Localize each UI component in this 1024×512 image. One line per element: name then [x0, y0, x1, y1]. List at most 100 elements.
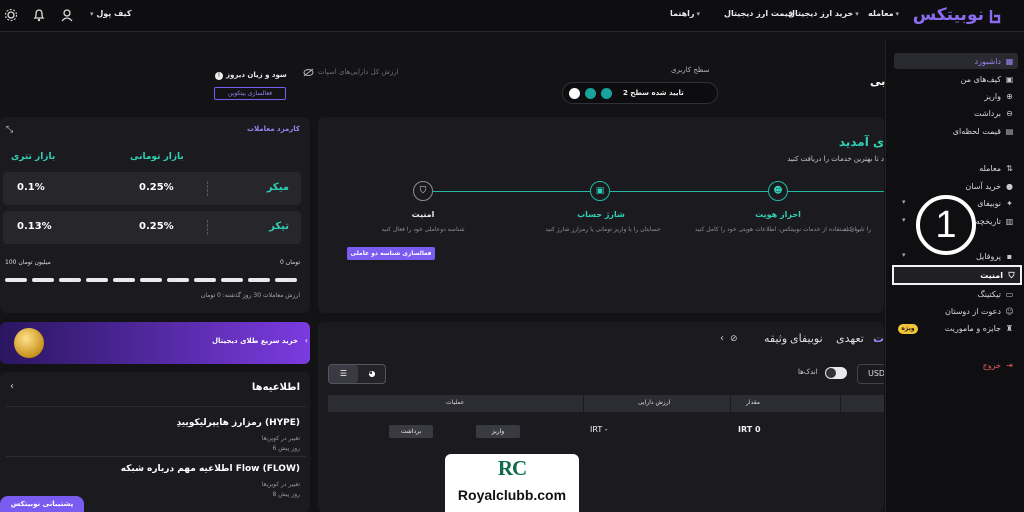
taker-toman-fee: 0.25% [139, 221, 174, 232]
currency-select[interactable]: USD [857, 364, 884, 384]
sidebar-item-invite[interactable]: ☺ دعوت از دوستان [894, 303, 1018, 319]
user-level-pill[interactable]: تایید شده سطح 2 [562, 82, 718, 104]
rc-logo: RC [497, 456, 527, 480]
ticket-icon: ▭ [1005, 289, 1014, 299]
sidebar-item-prices[interactable]: ▤ قیمت لحظه‌ای [894, 123, 1018, 139]
security-step-desc: شناسه دوعاملی خود را فعال کنید [381, 226, 465, 233]
level-dot [601, 88, 612, 99]
list-view-icon[interactable]: ☰ [329, 365, 358, 383]
sidebar-item-label: برداشت [974, 108, 1001, 118]
invite-icon: ☺ [1005, 306, 1014, 316]
profile-icon: ▪ [1006, 251, 1013, 261]
sidebar-item-label: قیمت لحظه‌ای [952, 126, 1001, 136]
digital-gold-banner[interactable]: خرید سریع طلای دیجیتال ‹ [0, 322, 310, 364]
shield-icon: ⛉ [419, 186, 427, 196]
user-icon[interactable] [60, 8, 74, 22]
taker-tether-fee: 0.13% [17, 221, 52, 232]
progress-segment [86, 278, 108, 282]
divider [207, 220, 208, 235]
activate-bitcoin-button[interactable]: فعالسازی بیتکوین [214, 87, 286, 100]
activate-2fa-button[interactable]: فعالسازی شناسه دو عاملی [347, 247, 435, 260]
news-title: اطلاعیه‌ها [251, 382, 300, 393]
info-icon[interactable]: ! [215, 72, 223, 80]
level-dot [585, 88, 596, 99]
news-item-category: تغییر در کوین‌ها [261, 481, 300, 488]
charge-step-title: شارژ حساب [577, 210, 625, 219]
kyc-step-title: احراز هویت [755, 210, 801, 219]
wallet-menu[interactable]: ▾ کیف پول [88, 9, 132, 18]
security-step-icon: ⛉ [413, 181, 433, 201]
gold-coin-image [14, 328, 44, 358]
chevron-down-icon: ▾ [855, 10, 859, 18]
chart-icon: ▤ [1005, 126, 1014, 136]
news-item-title[interactable]: رمزارز هایپرلیکوییدِ (HYPE) [176, 418, 300, 428]
bell-icon[interactable] [32, 8, 46, 22]
divider [730, 395, 731, 412]
settings-icon[interactable] [4, 8, 18, 22]
progress-segment [248, 278, 270, 282]
trade-icon: ⇅ [1006, 163, 1013, 173]
expand-icon[interactable]: ⤡ [6, 125, 13, 135]
progress-segment [113, 278, 135, 282]
chevron-down-icon: ▾ [902, 198, 906, 206]
user-level-title: سطح کاربری [671, 66, 710, 74]
progress-segment [59, 278, 81, 282]
eye-off-icon[interactable] [303, 68, 314, 77]
chevron-down-icon: ▾ [902, 216, 906, 224]
tab-spot[interactable]: ت [873, 332, 884, 345]
tab-collateral[interactable]: وثیقه [764, 332, 787, 345]
withdraw-button[interactable]: برداشت [389, 425, 433, 438]
menu-crypto-prices[interactable]: قیمت ارز دیجیتال [724, 9, 793, 18]
chevron-left-icon: ‹ [304, 336, 308, 345]
royalclubb-watermark: RC Royalclubb.com [445, 454, 579, 512]
step-annotation-number: 1 [916, 195, 976, 255]
trophy-icon: ♜ [1005, 323, 1014, 333]
nobitex-logo[interactable]: نوبیتکس [913, 5, 984, 25]
sidebar-item-label: پروفایل [975, 251, 1001, 261]
sidebar-item-logout[interactable]: ⇥ خروج [894, 357, 1018, 373]
progress-line [423, 191, 884, 192]
sidebar-item-security[interactable]: ⛉ امنیت [892, 265, 1022, 285]
chevron-left-icon[interactable]: ‹ [720, 333, 724, 344]
user-name-fragment: بی [870, 75, 886, 88]
kyc-step-icon: ☻ [768, 181, 788, 201]
eye-off-icon[interactable]: ⊘ [730, 334, 738, 344]
sidebar-item-label: کیف‌های من [960, 74, 1001, 84]
sidebar-item-wallets[interactable]: ▣ کیف‌های من [894, 71, 1018, 87]
special-badge: ویژه [898, 324, 918, 334]
menu-guide[interactable]: راهنما ▾ [670, 9, 700, 18]
deposit-button[interactable]: واریز [476, 425, 520, 438]
small-assets-toggle[interactable] [825, 367, 847, 379]
sidebar-item-ticketing[interactable]: ▭ تیکتینگ [894, 286, 1018, 302]
progress-segment [194, 278, 216, 282]
support-button[interactable]: پشتیبانی نوبیتکس [0, 496, 84, 512]
deposit-icon: ⊕ [1006, 91, 1013, 101]
pie-view-icon[interactable]: ◕ [358, 365, 386, 383]
charge-step-icon: ▣ [590, 181, 610, 201]
volume-scale-min: 0 تومان [280, 259, 300, 266]
nobitex-logo-icon [989, 10, 1001, 24]
sidebar-item-dashboard[interactable]: ▦ داشبورد [894, 53, 1018, 69]
progress-segment [32, 278, 54, 282]
sidebar-item-withdraw[interactable]: ⊖ برداشت [894, 105, 1018, 121]
sidebar-item-trade[interactable]: ⇅ معامله [894, 160, 1018, 176]
chevron-down-icon: ▾ [902, 251, 906, 259]
menu-buy-crypto[interactable]: خرید ارز دیجیتال ▾ [788, 9, 859, 18]
wallet-icon: ▣ [1005, 74, 1014, 84]
level-step-desc: را تایید کنید [843, 226, 872, 233]
sidebar-item-deposit[interactable]: ⊕ واریز [894, 88, 1018, 104]
divider [6, 406, 306, 407]
person-icon: ☻ [773, 186, 783, 196]
tab-margin[interactable]: تعهدی [836, 332, 864, 345]
chevron-left-icon[interactable]: ‹ [10, 381, 14, 392]
volume-text: ارزش معاملات 30 روز گذشته: 0 تومان [200, 292, 300, 299]
chevron-down-icon: ▾ [696, 10, 701, 18]
top-navigation-bar: نوبیتکس معامله ▾ خرید ارز دیجیتال ▾ قیمت ا… [0, 0, 1024, 32]
news-item-title[interactable]: اطلاعیه مهم درباره شبکه Flow (FLOW) [121, 464, 300, 474]
sidebar-item-easy-buy[interactable]: ● خرید آسان [894, 178, 1018, 194]
chevron-down-icon: ▾ [895, 10, 900, 18]
menu-trade[interactable]: معامله ▾ [868, 9, 899, 18]
progress-segment [140, 278, 162, 282]
tab-nobify[interactable]: نوبیفای [790, 332, 823, 345]
calendar-icon: ▥ [1005, 216, 1014, 226]
